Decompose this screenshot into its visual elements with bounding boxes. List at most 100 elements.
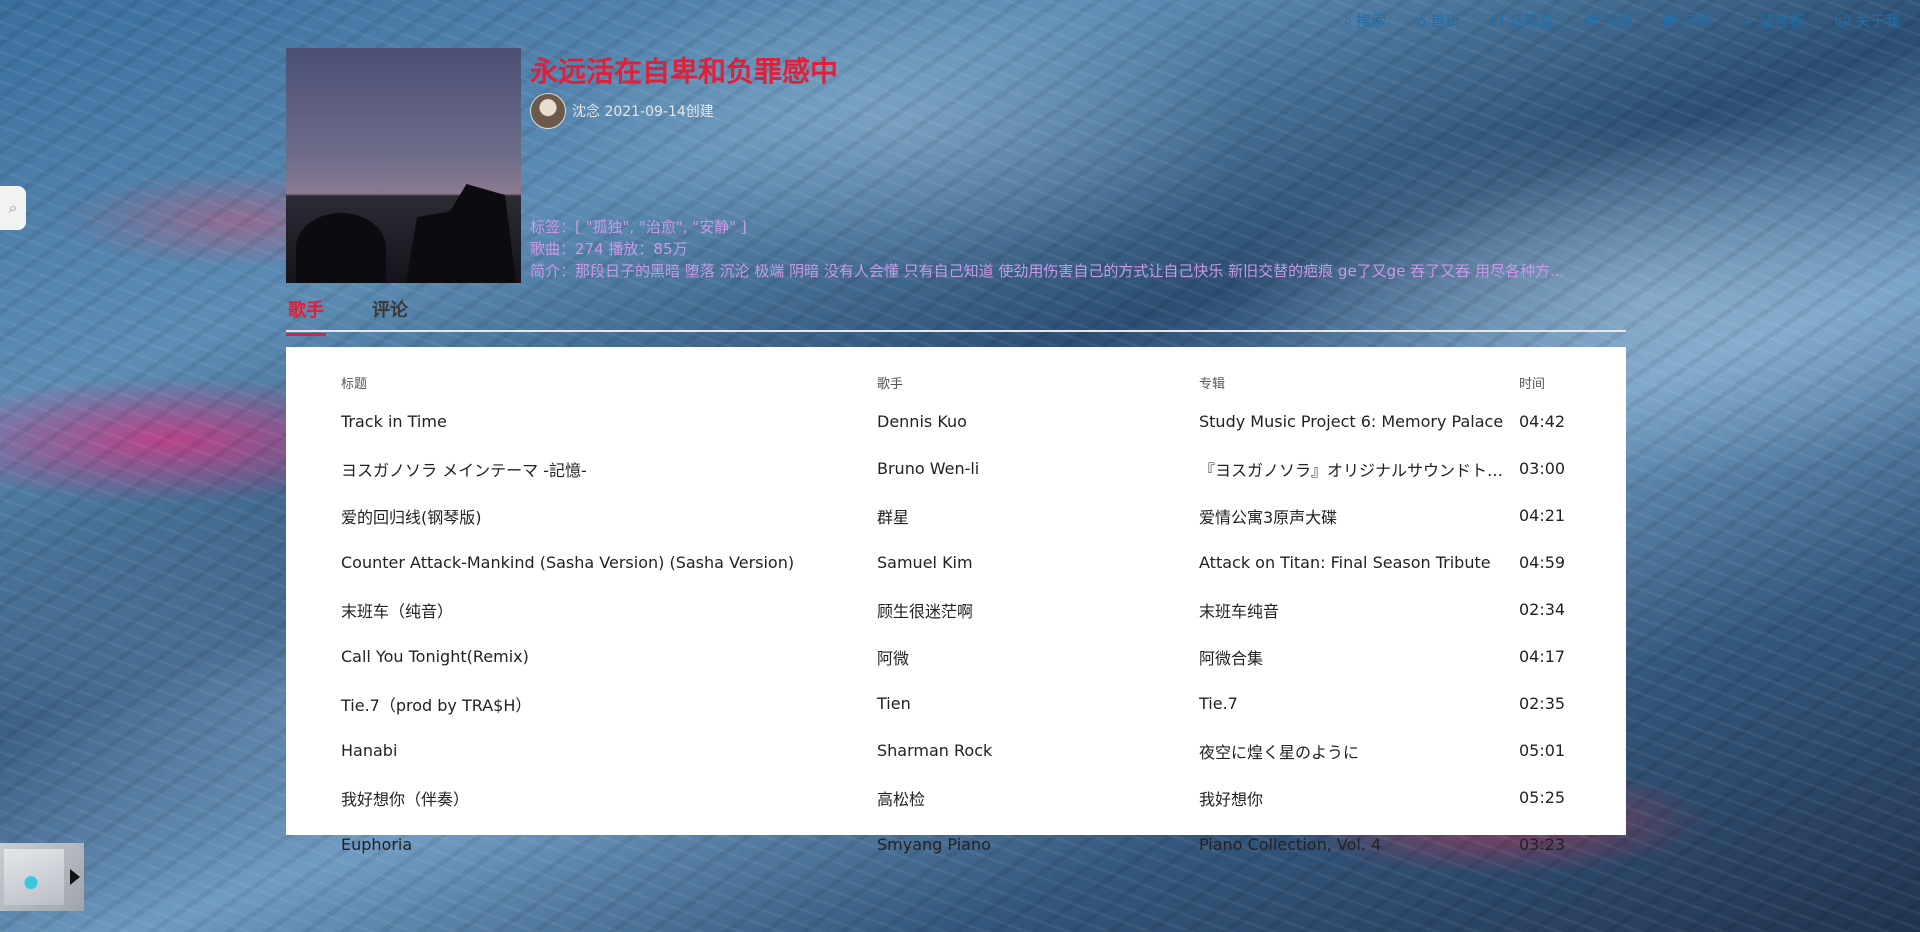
playlist-meta: 标签：[ "孤独", "治愈", "安静" ] 歌曲：274 播放：85万 简介… bbox=[530, 216, 1620, 282]
row-spacer bbox=[286, 539, 340, 586]
tab-comments[interactable]: 评论 bbox=[370, 296, 410, 330]
creator-info: 沈念 2021-09-14创建 bbox=[530, 93, 714, 129]
nav-label: 首页 bbox=[1430, 12, 1461, 30]
song-duration: 04:17 bbox=[1519, 647, 1566, 666]
row-spacer bbox=[286, 633, 340, 680]
header-duration: 时间 bbox=[1519, 377, 1546, 392]
song-duration: 04:21 bbox=[1519, 506, 1566, 525]
song-singer: 阿微 bbox=[877, 648, 910, 668]
nav-label: 音乐盒 bbox=[1508, 12, 1554, 30]
song-title: Euphoria bbox=[341, 835, 413, 854]
song-singer: Dennis Kuo bbox=[877, 412, 967, 431]
playlist-description: 简介：那段日子的黑暗 堕落 沉沦 极端 阴暗 没有人会懂 只有自己知道 使劲用伤… bbox=[530, 262, 1565, 280]
song-singer: Smyang Piano bbox=[877, 835, 991, 854]
song-album: Attack on Titan: Final Season Tribute bbox=[1199, 553, 1491, 572]
header-singer: 歌手 bbox=[877, 377, 904, 392]
nav-item-5[interactable]: ➢ 留言板 bbox=[1742, 10, 1804, 31]
song-list-panel: 标题 歌手 专辑 时间 Track in Time Dennis Kuo Study… bbox=[286, 347, 1626, 854]
nav-item-3[interactable]: ▤ 分类 bbox=[1584, 10, 1633, 31]
table-row[interactable]: 我好想你（伴奏） 高松检 我好想你 05:25 bbox=[286, 774, 1626, 821]
song-duration: 02:34 bbox=[1519, 600, 1566, 619]
song-title: Counter Attack-Mankind (Sasha Version) (… bbox=[341, 553, 795, 572]
cover-silhouette bbox=[296, 213, 386, 283]
table-header-row: 标题 歌手 专辑 时间 bbox=[286, 347, 1626, 398]
song-duration: 04:42 bbox=[1519, 412, 1566, 431]
song-album: Study Music Project 6: Memory Palace bbox=[1199, 412, 1504, 431]
tab-singers[interactable]: 歌手 bbox=[286, 296, 326, 336]
song-table: 标题 歌手 专辑 时间 Track in Time Dennis Kuo Study… bbox=[286, 347, 1626, 868]
song-album: 『ヨスガノソラ』オリジナルサウンドトラック bbox=[1199, 460, 1518, 480]
nav-item-6[interactable]: ☺ 关于我 bbox=[1834, 10, 1900, 31]
mini-player-thumbnail bbox=[4, 849, 64, 905]
song-title: 我好想你（伴奏） bbox=[341, 789, 470, 809]
mini-player[interactable] bbox=[0, 843, 84, 911]
row-spacer bbox=[286, 680, 340, 727]
playlist-title: 永远活在自卑和负罪感中 bbox=[530, 55, 839, 88]
song-singer: 顾生很迷茫啊 bbox=[877, 601, 974, 621]
song-duration: 03:00 bbox=[1519, 459, 1566, 478]
playlist-tags: 标签：[ "孤独", "治愈", "安静" ] bbox=[530, 218, 747, 236]
home-icon: ⌂ bbox=[1416, 10, 1427, 30]
header-title: 标题 bbox=[341, 377, 368, 392]
song-duration: 02:35 bbox=[1519, 694, 1566, 713]
cover-silhouette bbox=[406, 184, 516, 283]
table-row[interactable]: Call You Tonight(Remix) 阿微 阿微合集 04:17 bbox=[286, 633, 1626, 680]
song-title: ヨスガノソラ メインテーマ -記憶- bbox=[341, 460, 587, 480]
song-singer: Bruno Wen-li bbox=[877, 459, 980, 478]
song-album: 阿微合集 bbox=[1199, 648, 1264, 668]
song-title: Call You Tonight(Remix) bbox=[341, 647, 529, 666]
table-row[interactable]: Tie.7（prod by TRA$H） Tien Tie.7 02:35 bbox=[286, 680, 1626, 727]
nav-item-1[interactable]: ⌂ 首页 bbox=[1416, 10, 1460, 31]
play-icon[interactable] bbox=[70, 869, 80, 885]
table-row[interactable]: 末班车（纯音） 顾生很迷茫啊 末班车纯音 02:34 bbox=[286, 586, 1626, 633]
nav-item-2[interactable]: ☊ 音乐盒 bbox=[1490, 10, 1553, 31]
nav-label: 留言板 bbox=[1759, 12, 1805, 30]
song-title: Tie.7（prod by TRA$H） bbox=[341, 695, 532, 715]
table-row[interactable]: 爱的回归线(钢琴版) 群星 爱情公寓3原声大碟 04:21 bbox=[286, 492, 1626, 539]
song-album: 我好想你 bbox=[1199, 789, 1264, 809]
row-spacer bbox=[286, 821, 340, 868]
category-icon: ▤ bbox=[1583, 10, 1599, 30]
creator-text: 沈念 2021-09-14创建 bbox=[572, 104, 714, 120]
song-album: 爱情公寓3原声大碟 bbox=[1199, 507, 1338, 527]
playlist-cover bbox=[286, 48, 521, 283]
avatar[interactable] bbox=[530, 93, 566, 129]
song-title: 爱的回归线(钢琴版) bbox=[341, 507, 482, 527]
send-icon: ➢ bbox=[1741, 10, 1756, 30]
song-title: Hanabi bbox=[341, 741, 398, 760]
song-singer: Tien bbox=[877, 694, 911, 713]
table-row[interactable]: Track in Time Dennis Kuo Study Music Proje… bbox=[286, 398, 1626, 445]
playlist-stats: 歌曲：274 播放：85万 bbox=[530, 240, 688, 258]
user-icon: ☺ bbox=[1834, 10, 1851, 30]
table-row[interactable]: Euphoria Smyang Piano Piano Collection, Vo… bbox=[286, 821, 1626, 868]
song-duration: 03:23 bbox=[1519, 835, 1566, 854]
song-duration: 04:59 bbox=[1519, 553, 1566, 572]
song-duration: 05:25 bbox=[1519, 788, 1566, 807]
table-row[interactable]: ヨスガノソラ メインテーマ -記憶- Bruno Wen-li 『ヨスガノソラ』オリ… bbox=[286, 445, 1626, 492]
search-icon: ⌕ bbox=[1343, 10, 1353, 30]
song-title: Track in Time bbox=[341, 412, 447, 431]
song-singer: 高松检 bbox=[877, 789, 926, 809]
table-row[interactable]: Counter Attack-Mankind (Sasha Version) (… bbox=[286, 539, 1626, 586]
nav-item-0[interactable]: ⌕ 搜索 bbox=[1343, 10, 1386, 31]
row-spacer bbox=[286, 445, 340, 492]
row-spacer bbox=[286, 774, 340, 821]
nav-label: 归档 bbox=[1681, 12, 1712, 30]
tab-bar: 歌手 评论 bbox=[286, 296, 1626, 336]
song-album: 末班车纯音 bbox=[1199, 601, 1280, 621]
row-spacer bbox=[286, 727, 340, 774]
grid-icon: ▦ bbox=[1662, 10, 1678, 30]
song-title: 末班车（纯音） bbox=[341, 601, 454, 621]
header-album: 专辑 bbox=[1199, 377, 1226, 392]
song-duration: 05:01 bbox=[1519, 741, 1566, 760]
song-singer: Sharman Rock bbox=[877, 741, 993, 760]
nav-label: 关于我 bbox=[1854, 12, 1900, 30]
header-spacer bbox=[286, 347, 340, 398]
row-spacer bbox=[286, 398, 340, 445]
nav-item-4[interactable]: ▦ 归档 bbox=[1663, 10, 1712, 31]
nav-label: 分类 bbox=[1602, 12, 1633, 30]
song-singer: Samuel Kim bbox=[877, 553, 973, 572]
side-search-icon[interactable]: ⌕ bbox=[0, 186, 26, 230]
song-singer: 群星 bbox=[877, 507, 910, 527]
table-row[interactable]: Hanabi Sharman Rock 夜空に煌く星のように 05:01 bbox=[286, 727, 1626, 774]
